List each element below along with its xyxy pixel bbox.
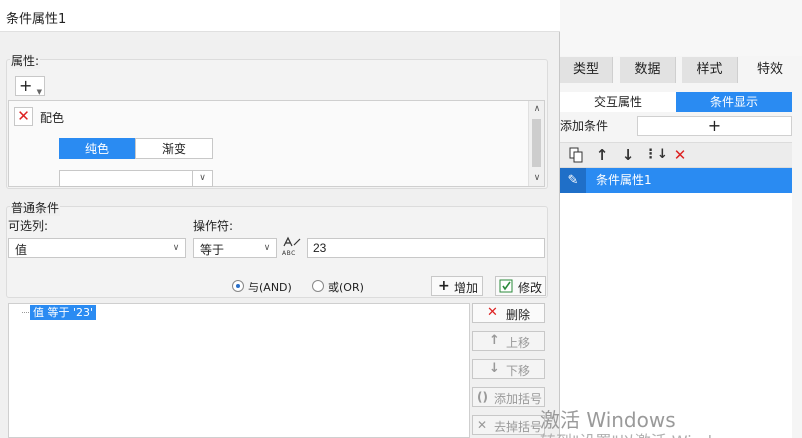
delete-condition-button[interactable]: ✕ 删除 bbox=[472, 303, 545, 323]
common-conditions-label: 普通条件 bbox=[10, 199, 61, 216]
conditions-tree bbox=[8, 303, 470, 438]
add-condition-item-button[interactable]: + 增加 bbox=[431, 276, 483, 296]
modify-condition-button[interactable]: 修改 bbox=[495, 276, 546, 296]
delete-icon: ✕ bbox=[487, 305, 498, 320]
add-property-dropdown[interactable]: + ▼ bbox=[15, 76, 45, 96]
property-item-label: 配色 bbox=[40, 111, 65, 125]
property-panel-header bbox=[555, 0, 802, 56]
tab-style[interactable]: 样式 bbox=[682, 57, 738, 83]
plus-icon: + bbox=[19, 76, 33, 95]
or-radio[interactable] bbox=[312, 280, 324, 292]
column-select-value: 值 bbox=[15, 243, 28, 257]
scroll-thumb[interactable] bbox=[532, 119, 541, 167]
move-bottom-icon[interactable]: ⋮↓ bbox=[644, 145, 668, 165]
column-label: 可选列: bbox=[8, 219, 49, 233]
tab-effects[interactable]: 特效 bbox=[742, 57, 798, 83]
operator-label: 操作符: bbox=[193, 219, 234, 233]
chevron-down-icon: ▼ bbox=[36, 88, 42, 96]
segment-conditional-display[interactable]: 条件显示 bbox=[676, 92, 792, 112]
segment-gradient[interactable]: 渐变 bbox=[135, 138, 213, 159]
arrow-up-icon: ↑ bbox=[489, 333, 500, 348]
plus-icon: + bbox=[438, 278, 450, 294]
list-item-label: 条件属性1 bbox=[596, 173, 652, 187]
move-down-icon[interactable]: ↓ bbox=[618, 145, 638, 165]
column-select[interactable]: 值 ∨ bbox=[8, 238, 186, 258]
condition-item[interactable]: 值 等于 '23' bbox=[30, 305, 97, 320]
pencil-icon[interactable]: ✎ bbox=[560, 168, 586, 193]
activation-watermark-hint: 转到"设置"以激活 Windows。 bbox=[540, 428, 759, 438]
scroll-up-icon[interactable]: ∧ bbox=[529, 101, 545, 117]
operator-select-value: 等于 bbox=[200, 243, 225, 257]
formula-editor-icon[interactable]: ABC bbox=[282, 236, 304, 258]
move-down-button[interactable]: ↓ 下移 bbox=[472, 359, 545, 379]
add-condition-label: 添加条件 bbox=[560, 119, 609, 133]
add-condition-button[interactable]: + bbox=[637, 116, 792, 136]
remove-property-icon[interactable]: ✕ bbox=[14, 107, 33, 126]
or-radio-label: 或(OR) bbox=[328, 281, 364, 294]
color-picker-dropdown[interactable]: ∨ bbox=[59, 170, 213, 187]
tab-type[interactable]: 类型 bbox=[560, 57, 613, 83]
properties-label: 属性: bbox=[10, 52, 41, 69]
tree-connector bbox=[22, 312, 29, 313]
arrow-down-icon: ↓ bbox=[489, 361, 500, 376]
chevron-down-icon: ∨ bbox=[172, 243, 180, 253]
and-radio-label: 与(AND) bbox=[248, 281, 292, 294]
chevron-down-icon: ∨ bbox=[263, 243, 271, 253]
remove-bracket-button[interactable]: ✕ 去掉括号 bbox=[472, 415, 545, 435]
scroll-down-icon[interactable]: ∨ bbox=[529, 170, 545, 186]
tab-data[interactable]: 数据 bbox=[620, 57, 676, 83]
segment-solid-color[interactable]: 纯色 bbox=[59, 138, 135, 159]
chevron-down-icon: ∨ bbox=[192, 170, 212, 187]
edit-icon bbox=[499, 279, 513, 296]
dialog-title: 条件属性1 bbox=[6, 12, 67, 27]
remove-bracket-icon: ✕ bbox=[477, 418, 488, 432]
move-up-button[interactable]: ↑ 上移 bbox=[472, 331, 545, 351]
and-radio[interactable] bbox=[232, 280, 244, 292]
add-bracket-button[interactable]: () 添加括号 bbox=[472, 387, 545, 407]
bracket-icon: () bbox=[477, 390, 488, 404]
operator-select[interactable]: 等于 ∨ bbox=[193, 238, 277, 258]
formula-icon-caption: ABC bbox=[282, 250, 296, 257]
move-up-icon[interactable]: ↑ bbox=[592, 145, 612, 165]
segment-interaction-properties[interactable]: 交互属性 bbox=[560, 92, 676, 112]
list-item-condition[interactable]: ✎ 条件属性1 bbox=[560, 168, 792, 193]
copy-icon[interactable] bbox=[566, 145, 586, 165]
condition-value-input[interactable] bbox=[307, 238, 545, 258]
delete-icon[interactable]: ✕ bbox=[670, 145, 690, 165]
condition-list bbox=[560, 168, 792, 438]
dialog-titlebar bbox=[0, 0, 560, 32]
property-list-scrollbar[interactable]: ∧ ∨ bbox=[528, 101, 544, 186]
